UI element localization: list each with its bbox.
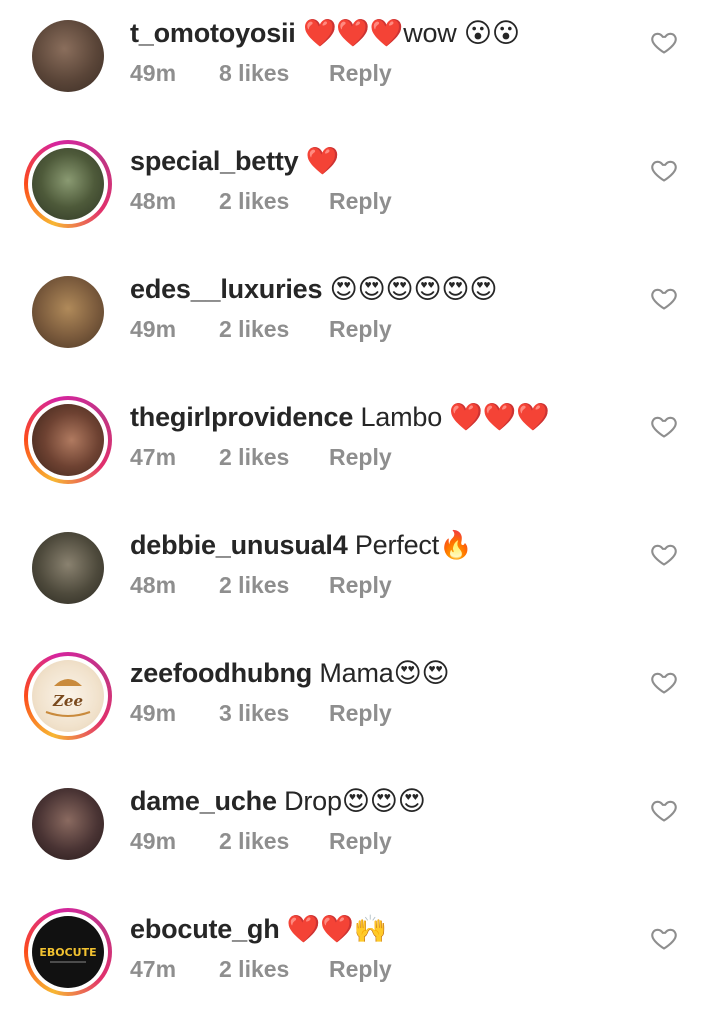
comment-meta: 49m 3 likes Reply [130,698,610,728]
comment-likes[interactable]: 2 likes [219,826,329,856]
avatar-image [32,20,104,92]
comment-meta: 49m 2 likes Reply [130,826,610,856]
comment-text: 😍😍😍😍😍😍 [329,274,498,304]
comment-text: ❤️❤️❤️wow 😮😮 [302,18,520,48]
comment-meta: 48m 2 likes Reply [130,186,610,216]
comment-content: edes__luxuries 😍😍😍😍😍😍 49m 2 likes Reply [130,270,610,344]
comment-username[interactable]: dame_uche [130,786,277,816]
comment-time: 49m [130,700,177,726]
comment-content: t_omotoyosii ❤️❤️❤️wow 😮😮 49m 8 likes Repl… [130,14,610,88]
comment-item: Zee zeefoodhubng Mama😍😍 49m 3 likes Reply [0,640,720,768]
comment-username[interactable]: debbie_unusual4 [130,530,348,560]
heart-outline-icon[interactable] [650,28,678,56]
comment-content: dame_uche Drop😍😍😍 49m 2 likes Reply [130,782,610,856]
comment-item: thegirlprovidence Lambo ❤️❤️❤️ 47m 2 like… [0,384,720,512]
comment-meta: 48m 2 likes Reply [130,570,610,600]
heart-outline-icon[interactable] [650,796,678,824]
comment-time: 49m [130,828,177,854]
reply-button[interactable]: Reply [329,826,392,856]
comment-item: t_omotoyosii ❤️❤️❤️wow 😮😮 49m 8 likes Repl… [0,0,720,128]
avatar-story-ring[interactable] [24,396,112,484]
comment-text: ❤️❤️🙌 [286,914,388,944]
reply-button[interactable]: Reply [329,186,392,216]
comment-likes[interactable]: 2 likes [219,314,329,344]
heart-outline-icon[interactable] [650,924,678,952]
comment-item: EBOCUTE ebocute_gh ❤️❤️🙌 47m 2 likes Reply [0,896,720,1024]
comment-item: dame_uche Drop😍😍😍 49m 2 likes Reply [0,768,720,896]
comment-username[interactable]: t_omotoyosii [130,18,296,48]
comment-time: 49m [130,316,177,342]
reply-button[interactable]: Reply [329,314,392,344]
reply-button[interactable]: Reply [329,954,392,984]
comment-username[interactable]: ebocute_gh [130,914,280,944]
comment-username[interactable]: zeefoodhubng [130,658,312,688]
comment-content: debbie_unusual4 Perfect🔥 48m 2 likes Reply [130,526,610,600]
comment-text: ❤️ [305,146,340,176]
comment-meta: 47m 2 likes Reply [130,954,610,984]
svg-text:EBOCUTE: EBOCUTE [39,946,96,959]
comment-likes[interactable]: 2 likes [219,186,329,216]
comment-likes[interactable]: 8 likes [219,58,329,88]
avatar: EBOCUTE [28,912,108,992]
comment-content: special_betty ❤️ 48m 2 likes Reply [130,142,610,216]
avatar[interactable] [24,12,112,100]
comment-time: 47m [130,444,177,470]
comment-time: 48m [130,188,177,214]
comment-likes[interactable]: 2 likes [219,954,329,984]
comment-likes[interactable]: 2 likes [219,442,329,472]
comment-item: edes__luxuries 😍😍😍😍😍😍 49m 2 likes Reply [0,256,720,384]
comment-item: debbie_unusual4 Perfect🔥 48m 2 likes Reply [0,512,720,640]
heart-outline-icon[interactable] [650,412,678,440]
comment-username[interactable]: edes__luxuries [130,274,323,304]
comment-likes[interactable]: 2 likes [219,570,329,600]
avatar-image [32,148,104,220]
avatar-image: EBOCUTE [32,916,104,988]
avatar-image [32,276,104,348]
avatar-image: Zee [32,660,104,732]
comment-content: ebocute_gh ❤️❤️🙌 47m 2 likes Reply [130,910,610,984]
avatar: Zee [28,656,108,736]
reply-button[interactable]: Reply [329,442,392,472]
avatar-image [32,788,104,860]
comment-username[interactable]: special_betty [130,146,299,176]
comment-text: Drop😍😍😍 [284,786,426,816]
avatar [28,400,108,480]
comment-text: Lambo ❤️❤️❤️ [360,402,550,432]
avatar-story-ring[interactable]: EBOCUTE [24,908,112,996]
avatar-image [32,532,104,604]
comment-content: zeefoodhubng Mama😍😍 49m 3 likes Reply [130,654,610,728]
avatar [28,144,108,224]
comment-meta: 49m 8 likes Reply [130,58,610,88]
comment-text: Perfect🔥 [354,530,473,560]
reply-button[interactable]: Reply [329,58,392,88]
comment-content: thegirlprovidence Lambo ❤️❤️❤️ 47m 2 like… [130,398,610,472]
comment-likes[interactable]: 3 likes [219,698,329,728]
comment-username[interactable]: thegirlprovidence [130,402,353,432]
heart-outline-icon[interactable] [650,540,678,568]
comment-meta: 49m 2 likes Reply [130,314,610,344]
svg-text:Zee: Zee [52,692,83,710]
comment-list: t_omotoyosii ❤️❤️❤️wow 😮😮 49m 8 likes Repl… [0,0,720,1018]
heart-outline-icon[interactable] [650,284,678,312]
avatar-story-ring[interactable]: Zee [24,652,112,740]
comment-time: 48m [130,572,177,598]
comment-time: 47m [130,956,177,982]
avatar[interactable] [24,780,112,868]
avatar[interactable] [24,524,112,612]
comment-time: 49m [130,60,177,86]
comment-text: Mama😍😍 [319,658,450,688]
ebocute-logo-icon: EBOCUTE [39,946,97,963]
avatar-story-ring[interactable] [24,140,112,228]
avatar-image [32,404,104,476]
comment-meta: 47m 2 likes Reply [130,442,610,472]
heart-outline-icon[interactable] [650,156,678,184]
heart-outline-icon[interactable] [650,668,678,696]
reply-button[interactable]: Reply [329,698,392,728]
zeefood-logo-icon: Zee [45,679,91,717]
reply-button[interactable]: Reply [329,570,392,600]
avatar[interactable] [24,268,112,356]
comment-item: special_betty ❤️ 48m 2 likes Reply [0,128,720,256]
